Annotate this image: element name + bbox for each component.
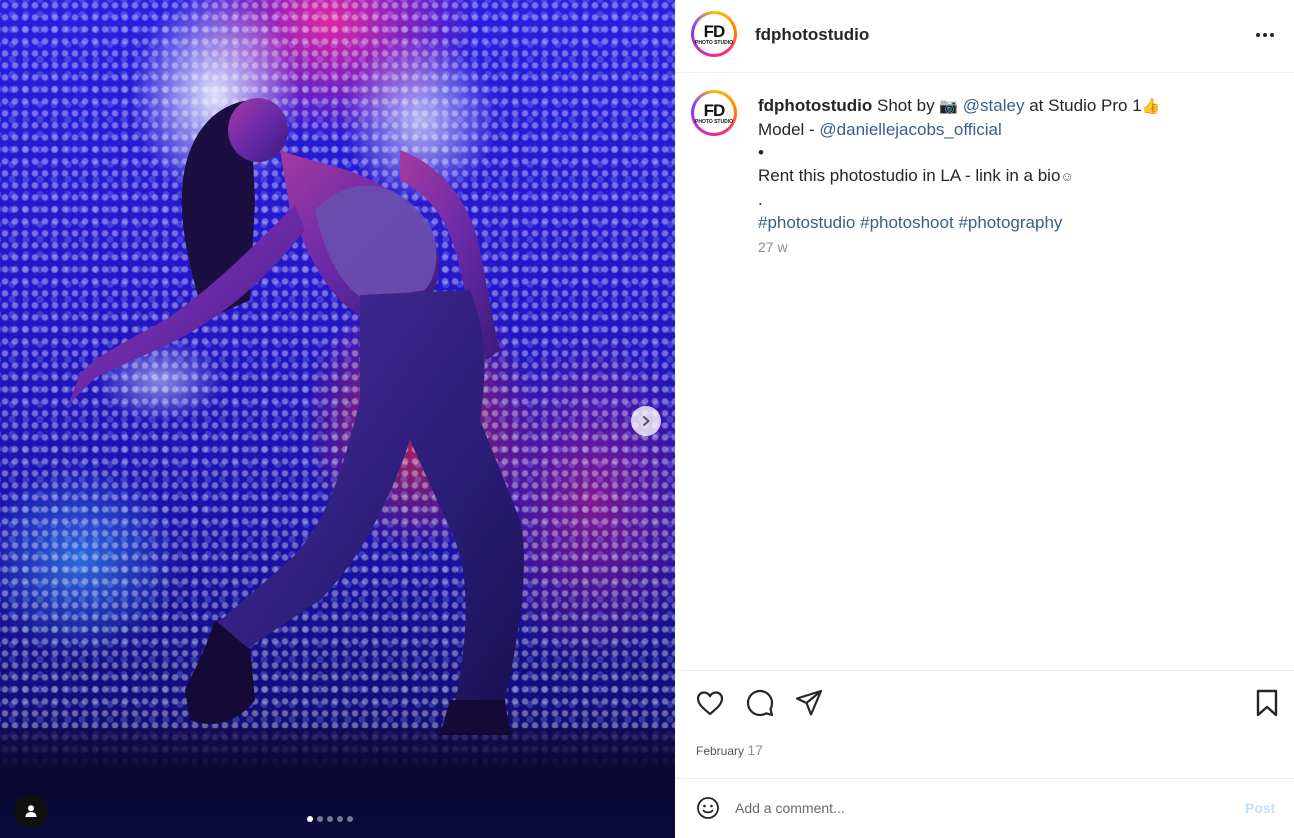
caption-bullet: • bbox=[758, 143, 764, 162]
hashtag-link[interactable]: #photostudio bbox=[758, 213, 855, 232]
like-button[interactable] bbox=[694, 687, 726, 719]
profile-avatar[interactable]: FD PHOTO STUDIO bbox=[691, 11, 737, 57]
bookmark-icon bbox=[1256, 689, 1278, 717]
post-image[interactable] bbox=[0, 0, 675, 838]
more-options-button[interactable] bbox=[1253, 26, 1277, 44]
caption-avatar[interactable]: FD PHOTO STUDIO bbox=[691, 90, 737, 136]
header-username[interactable]: fdphotostudio bbox=[755, 25, 869, 45]
carousel-dot bbox=[347, 816, 353, 822]
carousel-dot bbox=[337, 816, 343, 822]
more-horizontal-icon bbox=[1263, 33, 1267, 37]
carousel-dot bbox=[327, 816, 333, 822]
next-slide-button[interactable] bbox=[631, 406, 661, 436]
thumbs-up-emoji: 👍 bbox=[1141, 97, 1161, 115]
more-horizontal-icon bbox=[1256, 33, 1260, 37]
caption-dot: . bbox=[758, 190, 763, 209]
post-header: FD PHOTO STUDIO fdphotostudio bbox=[675, 0, 1294, 73]
hashtag-link[interactable]: #photography bbox=[958, 213, 1062, 232]
logo-subtitle: PHOTO STUDIO bbox=[695, 118, 733, 125]
chevron-right-icon bbox=[643, 416, 650, 426]
mention-model[interactable]: @daniellejacobs_official bbox=[819, 120, 1001, 139]
carousel-dot bbox=[317, 816, 323, 822]
mention-photographer[interactable]: @staley bbox=[963, 96, 1025, 115]
more-horizontal-icon bbox=[1270, 33, 1274, 37]
caption-username[interactable]: fdphotostudio bbox=[758, 96, 872, 115]
camera-emoji: 📷 bbox=[939, 97, 959, 115]
post-date-day: 17 bbox=[747, 742, 763, 758]
carousel-indicator bbox=[307, 816, 353, 822]
caption-text: Shot by bbox=[876, 96, 935, 115]
hashtag-link[interactable]: #photoshoot bbox=[860, 213, 954, 232]
post-comment-button[interactable]: Post bbox=[1245, 800, 1275, 816]
user-tag-icon bbox=[25, 805, 37, 817]
emoji-button[interactable] bbox=[695, 795, 721, 821]
send-icon bbox=[795, 689, 823, 716]
caption-text: at Studio Pro 1 bbox=[1029, 96, 1142, 115]
caption-time-ago[interactable]: 27 w bbox=[758, 239, 788, 255]
comment-bar: Post bbox=[675, 778, 1294, 838]
share-button[interactable] bbox=[793, 687, 825, 719]
logo-initials: FD bbox=[703, 21, 726, 41]
comment-input[interactable] bbox=[735, 796, 1215, 820]
action-bar: February 17 bbox=[675, 670, 1294, 779]
studio-logo: FD PHOTO STUDIO bbox=[694, 14, 734, 54]
tagged-users-button[interactable] bbox=[14, 794, 48, 828]
heart-icon bbox=[696, 691, 724, 716]
smiley-icon bbox=[697, 797, 719, 819]
post-date[interactable]: February 17 bbox=[696, 742, 763, 758]
save-button[interactable] bbox=[1251, 687, 1283, 719]
smiley-emoji: ☺ bbox=[1060, 169, 1074, 184]
logo-initials: FD bbox=[703, 100, 726, 120]
post-sidebar: FD PHOTO STUDIO fdphotostudio FD PHOTO S… bbox=[675, 0, 1294, 838]
dancer-silhouette bbox=[68, 98, 524, 735]
post-caption: fdphotostudio Shot by 📷 @staley at Studi… bbox=[758, 94, 1258, 234]
studio-logo: FD PHOTO STUDIO bbox=[694, 93, 734, 133]
comment-button[interactable] bbox=[744, 687, 776, 719]
post-date-month: February bbox=[696, 744, 745, 758]
rent-text: Rent this photostudio in LA - link in a … bbox=[758, 166, 1061, 185]
comment-icon bbox=[746, 689, 774, 717]
model-label: Model - bbox=[758, 120, 815, 139]
carousel-dot-active bbox=[307, 816, 313, 822]
logo-subtitle: PHOTO STUDIO bbox=[695, 39, 733, 46]
